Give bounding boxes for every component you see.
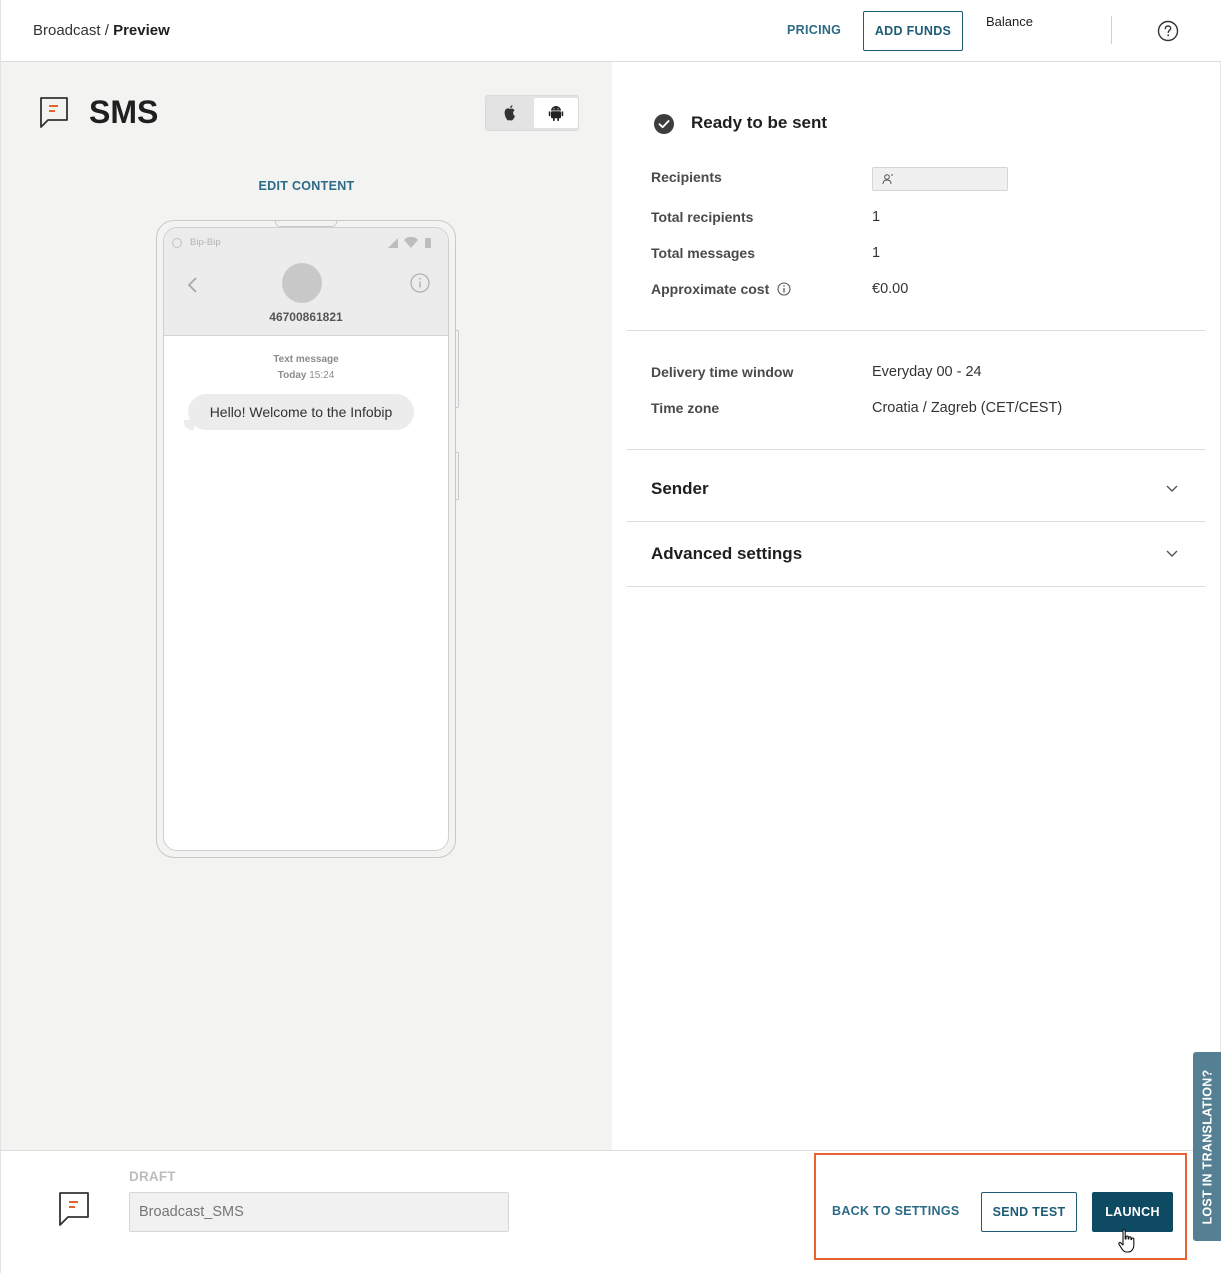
- total-recipients-label: Total recipients: [651, 209, 754, 225]
- summary-panel: [612, 62, 1220, 1150]
- draft-status-label: DRAFT: [129, 1169, 176, 1184]
- approx-cost-value: €0.00: [872, 281, 909, 297]
- send-test-button[interactable]: SEND TEST: [981, 1192, 1077, 1232]
- total-messages-value: 1: [872, 245, 881, 261]
- app-root: Broadcast / Preview PRICING ADD FUNDS Ba…: [0, 0, 1221, 1273]
- hand-cursor-icon: [1118, 1229, 1135, 1253]
- feedback-tab-label[interactable]: LOST IN TRANSLATION?: [1201, 1069, 1215, 1224]
- pricing-link[interactable]: PRICING: [787, 23, 841, 37]
- section-divider: [627, 449, 1205, 450]
- info-icon: [410, 273, 430, 293]
- chevron-down-icon[interactable]: [1165, 484, 1179, 494]
- sender-section-header[interactable]: Sender: [651, 479, 709, 499]
- phone-mockup: Bip-Bip 46700861821 Text message Today 1…: [156, 220, 456, 858]
- message-type: Text message: [273, 354, 339, 365]
- approx-cost-row: Approximate cost: [651, 281, 791, 297]
- recipients-chip[interactable]: [872, 167, 1008, 191]
- breadcrumb-parent[interactable]: Broadcast: [33, 22, 101, 39]
- launch-button[interactable]: LAUNCH: [1092, 1192, 1173, 1232]
- total-messages-label: Total messages: [651, 245, 756, 261]
- phone-notch: [275, 221, 337, 227]
- status-text: Ready to be sent: [691, 113, 828, 132]
- back-chevron-icon: [187, 277, 197, 293]
- breadcrumb-separator: /: [100, 22, 114, 39]
- top-header: Broadcast / Preview PRICING ADD FUNDS Ba…: [1, 0, 1221, 62]
- android-icon: [548, 106, 564, 121]
- feedback-tab-label-wrap: LOST IN TRANSLATION?: [1193, 1052, 1221, 1241]
- sms-message-icon: [59, 1192, 89, 1226]
- recipients-label: Recipients: [651, 169, 722, 185]
- recipients-icon: [882, 174, 893, 185]
- info-icon[interactable]: [777, 282, 791, 296]
- os-toggle: [485, 95, 579, 131]
- message-day: Today: [277, 370, 307, 381]
- apple-icon: [504, 105, 515, 121]
- section-divider: [627, 521, 1205, 522]
- delivery-window-value: Everyday 00 - 24: [872, 364, 982, 380]
- add-funds-button[interactable]: ADD FUNDS: [863, 11, 963, 51]
- edit-content-label[interactable]: EDIT CONTENT: [259, 179, 355, 193]
- status-camera-icon: [172, 238, 182, 248]
- channel-title: SMS: [89, 94, 159, 130]
- edit-content-link: EDIT CONTENT: [1, 179, 612, 193]
- status-signal-icons: [388, 237, 431, 248]
- timezone-label: Time zone: [651, 400, 720, 416]
- message-time: 15:24: [309, 370, 335, 381]
- timezone-value: Croatia / Zagreb (CET/CEST): [872, 400, 1063, 416]
- contact-avatar: [282, 263, 322, 303]
- phone-screen: Bip-Bip 46700861821 Text message Today 1…: [163, 227, 449, 851]
- message-timestamp: Today 15:24: [164, 370, 448, 381]
- check-circle-icon: [654, 114, 674, 134]
- status-app-name: Bip-Bip: [190, 237, 221, 248]
- chevron-down-icon[interactable]: [1165, 549, 1179, 559]
- os-android-button[interactable]: [534, 98, 578, 128]
- breadcrumb: Broadcast / Preview: [33, 22, 170, 39]
- phone-chat-header: Bip-Bip 46700861821: [164, 228, 448, 336]
- breadcrumb-current: Preview: [113, 22, 170, 39]
- approx-cost-label: Approximate cost: [651, 281, 770, 297]
- total-recipients-value: 1: [872, 209, 881, 225]
- back-to-settings-button[interactable]: BACK TO SETTINGS: [832, 1204, 960, 1218]
- advanced-settings-header[interactable]: Advanced settings: [651, 544, 802, 564]
- question-circle-icon[interactable]: [1157, 20, 1179, 42]
- broadcast-name-input[interactable]: [129, 1192, 509, 1232]
- contact-number: 46700861821: [269, 310, 343, 324]
- delivery-window-label: Delivery time window: [651, 364, 794, 380]
- section-divider: [627, 586, 1205, 587]
- os-apple-button[interactable]: [488, 98, 532, 128]
- sms-message-icon: [40, 97, 68, 128]
- section-divider: [627, 330, 1205, 331]
- balance-label: Balance: [986, 14, 1033, 29]
- header-divider: [1111, 16, 1112, 44]
- message-bubble: Hello! Welcome to the Infobip: [188, 394, 414, 430]
